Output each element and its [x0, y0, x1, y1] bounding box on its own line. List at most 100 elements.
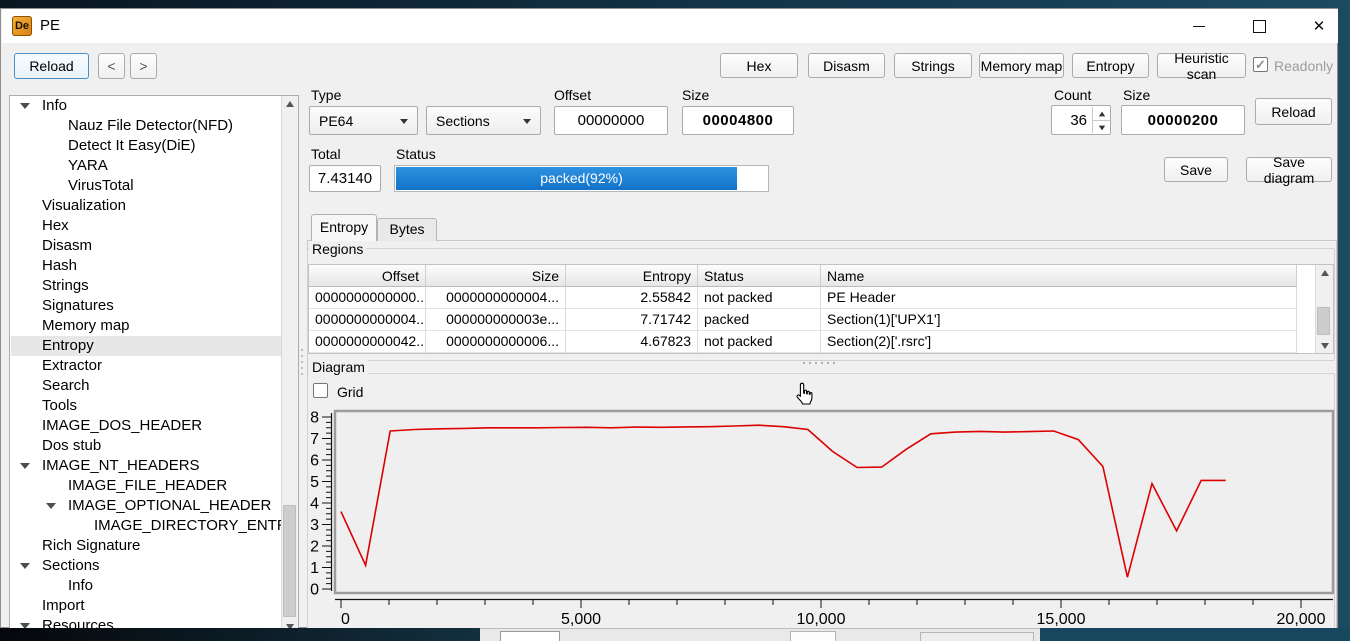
sidebar-item-visualization[interactable]: Visualization: [11, 196, 283, 216]
x-axis-tick-label: 0: [341, 611, 350, 628]
tab-bytes[interactable]: Bytes: [377, 218, 437, 241]
app-window: De PE ✕ Reload < > HexDisasmStringsMemor…: [0, 8, 1338, 628]
region-cell[interactable]: 0000000000004...: [426, 287, 566, 309]
sidebar-item-memory-map[interactable]: Memory map: [11, 316, 283, 336]
region-cell[interactable]: not packed: [698, 287, 821, 309]
region-cell[interactable]: 7.71742: [566, 309, 698, 331]
size-field[interactable]: 00004800: [682, 106, 794, 135]
tree-scrollbar[interactable]: [281, 96, 298, 634]
sidebar-item-sections[interactable]: Sections: [11, 556, 283, 576]
view-button-strings[interactable]: Strings: [894, 53, 972, 78]
region-cell[interactable]: 4.67823: [566, 331, 698, 353]
size2-field[interactable]: 00000200: [1121, 105, 1245, 135]
column-header-offset[interactable]: Offset: [309, 265, 426, 287]
expander-down-icon[interactable]: [20, 463, 30, 469]
tab-entropy[interactable]: Entropy: [311, 214, 377, 241]
readonly-checkbox[interactable]: ✓: [1253, 57, 1268, 72]
x-axis-tick-label: 20,000: [1277, 611, 1326, 628]
view-button-disasm[interactable]: Disasm: [808, 53, 885, 78]
region-cell[interactable]: Section(1)['UPX1']: [821, 309, 1297, 331]
sidebar-item-search[interactable]: Search: [11, 376, 283, 396]
expander-down-icon[interactable]: [20, 103, 30, 109]
sidebar-item-strings[interactable]: Strings: [11, 276, 283, 296]
sidebar-item-label: Dos stub: [42, 436, 101, 456]
grid-checkbox[interactable]: [313, 383, 328, 398]
reload-entropy-button[interactable]: Reload: [1255, 98, 1332, 125]
region-cell[interactable]: 000000000003e...: [426, 309, 566, 331]
forward-button[interactable]: >: [130, 53, 157, 79]
window-maximize-button[interactable]: [1242, 13, 1276, 39]
sidebar-item-detect-it-easy-die-[interactable]: Detect It Easy(DiE): [11, 136, 283, 156]
region-cell[interactable]: 0000000000006...: [426, 331, 566, 353]
region-cell[interactable]: 0000000000000...: [309, 287, 426, 309]
region-cell[interactable]: Section(2)['.rsrc']: [821, 331, 1297, 353]
save-button[interactable]: Save: [1164, 157, 1228, 182]
type-combobox[interactable]: PE64: [309, 106, 418, 135]
column-header-entropy[interactable]: Entropy: [566, 265, 698, 287]
sidebar-item-info[interactable]: Info: [11, 96, 283, 116]
region-cell[interactable]: 0000000000042...: [309, 331, 426, 353]
scroll-up-icon[interactable]: [282, 96, 298, 111]
sidebar-item-entropy[interactable]: Entropy: [11, 336, 283, 356]
sidebar-item-import[interactable]: Import: [11, 596, 283, 616]
sidebar-item-nauz-file-detector-nfd-[interactable]: Nauz File Detector(NFD): [11, 116, 283, 136]
sidebar-item-hash[interactable]: Hash: [11, 256, 283, 276]
y-axis-tick-label: 4: [310, 496, 319, 513]
sidebar-item-image-directory-entri-[interactable]: IMAGE_DIRECTORY_ENTRI...: [11, 516, 283, 536]
sidebar-item-label: Hex: [42, 216, 69, 236]
sidebar-item-image-dos-header[interactable]: IMAGE_DOS_HEADER: [11, 416, 283, 436]
expander-down-icon[interactable]: [20, 563, 30, 569]
entropy-chart[interactable]: 01234567805,00010,00015,00020,000: [307, 403, 1337, 633]
window-close-button[interactable]: ✕: [1302, 13, 1336, 39]
sidebar-item-disasm[interactable]: Disasm: [11, 236, 283, 256]
y-axis-tick-label: 1: [310, 560, 319, 577]
region-cell[interactable]: packed: [698, 309, 821, 331]
sidebar-item-tools[interactable]: Tools: [11, 396, 283, 416]
reload-button[interactable]: Reload: [14, 53, 89, 79]
panel-splitter[interactable]: [301, 345, 303, 379]
back-button[interactable]: <: [98, 53, 125, 79]
dropdown-arrow-icon: [400, 119, 408, 124]
column-header-size[interactable]: Size: [426, 265, 566, 287]
size-label: Size: [682, 87, 709, 103]
mode-combobox[interactable]: Sections: [426, 106, 541, 135]
save-diagram-button[interactable]: Save diagram: [1246, 157, 1332, 182]
grid-label: Grid: [337, 384, 363, 400]
region-cell[interactable]: 0000000000004...: [309, 309, 426, 331]
column-header-status[interactable]: Status: [698, 265, 821, 287]
spin-up-icon[interactable]: [1093, 107, 1110, 121]
column-header-name[interactable]: Name: [821, 265, 1297, 287]
table-scrollbar-thumb[interactable]: [1317, 307, 1330, 335]
sidebar-item-rich-signature[interactable]: Rich Signature: [11, 536, 283, 556]
region-cell[interactable]: PE Header: [821, 287, 1297, 309]
scroll-down-icon[interactable]: [1316, 338, 1333, 353]
scroll-up-icon[interactable]: [1316, 265, 1333, 280]
view-button-heuristic-scan[interactable]: Heuristic scan: [1157, 53, 1246, 78]
view-button-entropy[interactable]: Entropy: [1072, 53, 1149, 78]
y-axis-tick-label: 0: [310, 582, 319, 599]
sidebar-item-virustotal[interactable]: VirusTotal: [11, 176, 283, 196]
window-minimize-button[interactable]: [1182, 13, 1216, 39]
offset-field[interactable]: 00000000: [554, 106, 668, 135]
table-scrollbar[interactable]: [1315, 265, 1333, 353]
expander-down-icon[interactable]: [46, 503, 56, 509]
regions-diagram-splitter[interactable]: [801, 354, 837, 370]
tree-scrollbar-thumb[interactable]: [283, 505, 296, 617]
taskbar-fragment: [0, 628, 480, 641]
sidebar-item-hex[interactable]: Hex: [11, 216, 283, 236]
sidebar-item-dos-stub[interactable]: Dos stub: [11, 436, 283, 456]
view-button-memory-map[interactable]: Memory map: [979, 53, 1064, 78]
sidebar-item-image-optional-header[interactable]: IMAGE_OPTIONAL_HEADER: [11, 496, 283, 516]
sidebar-item-yara[interactable]: YARA: [11, 156, 283, 176]
spin-down-icon[interactable]: [1093, 121, 1110, 134]
sidebar-item-image-file-header[interactable]: IMAGE_FILE_HEADER: [11, 476, 283, 496]
y-axis-tick-label: 3: [310, 517, 319, 534]
sidebar-item-signatures[interactable]: Signatures: [11, 296, 283, 316]
sidebar-item-info[interactable]: Info: [11, 576, 283, 596]
region-cell[interactable]: 2.55842: [566, 287, 698, 309]
sidebar-item-image-nt-headers[interactable]: IMAGE_NT_HEADERS: [11, 456, 283, 476]
region-cell[interactable]: not packed: [698, 331, 821, 353]
view-button-hex[interactable]: Hex: [720, 53, 798, 78]
total-field[interactable]: 7.43140: [309, 165, 381, 192]
sidebar-item-extractor[interactable]: Extractor: [11, 356, 283, 376]
